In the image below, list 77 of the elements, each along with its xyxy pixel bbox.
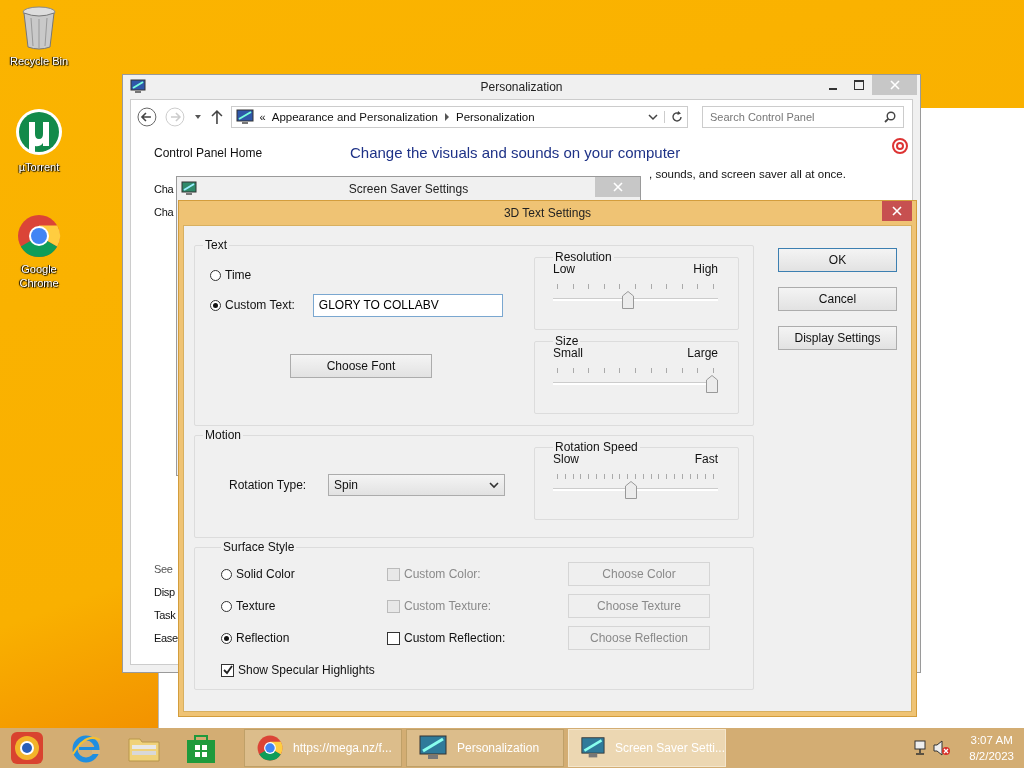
dropdown-icon[interactable]	[647, 113, 658, 121]
slider-min-label: Slow	[553, 452, 579, 466]
dialog-button[interactable]: Cancel	[778, 287, 897, 311]
minimize-icon	[829, 88, 837, 90]
breadcrumb-item[interactable]: Personalization	[455, 111, 535, 123]
up-arrow-icon[interactable]	[210, 109, 223, 125]
radio-button[interactable]	[221, 568, 232, 580]
store-bag-icon[interactable]	[186, 732, 216, 764]
maximize-icon	[854, 80, 864, 90]
slider-max-label: Large	[687, 346, 718, 360]
rotation-type-label: Rotation Type:	[229, 478, 308, 492]
monitor-icon	[181, 181, 197, 197]
slider-thumb[interactable]	[624, 481, 637, 499]
overflow-chevron-icon[interactable]: «	[259, 111, 266, 123]
group-title: Size	[554, 334, 580, 348]
slider-min-label: Small	[553, 346, 583, 360]
checkbox[interactable]	[221, 663, 234, 677]
chevron-down-icon	[489, 481, 499, 489]
choose-font-button[interactable]: Choose Font	[290, 354, 432, 378]
radio-button[interactable]	[221, 632, 232, 644]
see-also-link[interactable]: Disp	[154, 581, 178, 604]
speaker-muted-icon[interactable]	[933, 740, 952, 756]
back-icon[interactable]	[137, 107, 157, 127]
radio-label[interactable]: Texture	[236, 599, 276, 613]
dialog-title: 3D Text Settings	[502, 206, 593, 220]
group-title: Resolution	[554, 250, 613, 264]
window-title: Screen Saver Settings	[347, 182, 470, 196]
checkbox-label[interactable]: Show Specular Highlights	[238, 663, 375, 677]
breadcrumb-item[interactable]: Appearance and Personalization	[271, 111, 438, 123]
close-icon	[892, 206, 902, 216]
dialog-button[interactable]: Display Settings	[778, 326, 897, 350]
radio-label[interactable]: Custom Text:	[225, 298, 295, 312]
recycle-bin-icon[interactable]	[21, 6, 57, 50]
window-title: Personalization	[479, 80, 564, 94]
close-icon	[889, 80, 900, 90]
slider-min-label: Low	[553, 262, 575, 276]
address-bar[interactable]: « Appearance and Personalization Personalization	[230, 106, 688, 128]
radio-label[interactable]: Solid Color	[236, 567, 295, 581]
group-title: Surface Style	[222, 540, 296, 554]
slider-max-label: High	[693, 262, 718, 276]
torrent-icon[interactable]	[15, 108, 63, 156]
dialog-button[interactable]: OK	[778, 248, 897, 272]
monitor-icon	[130, 79, 146, 95]
monitor-icon	[419, 735, 447, 761]
sidebar-link[interactable]: Control Panel Home	[154, 142, 350, 165]
refresh-button[interactable]	[663, 111, 683, 123]
slider-thumb[interactable]	[706, 375, 718, 393]
sidebar-link[interactable]: Cha	[154, 201, 178, 224]
close-icon	[612, 182, 623, 192]
checkbox[interactable]	[387, 631, 400, 645]
search-icon[interactable]	[883, 111, 896, 123]
rotation-type-dropdown[interactable]: Spin	[328, 474, 505, 496]
search-field[interactable]: Search Control Panel	[701, 106, 904, 128]
page-heading: Change the visuals and sounds on your computer	[350, 144, 682, 161]
help-icon[interactable]	[892, 138, 908, 154]
radio-button[interactable]	[210, 299, 221, 311]
close-button[interactable]	[882, 201, 912, 221]
radio-label[interactable]: Reflection	[236, 631, 290, 645]
slider-max-label: Fast	[694, 452, 718, 466]
sidebar-link[interactable]: Cha	[154, 178, 178, 201]
group-title: Text	[204, 238, 228, 252]
custom-text-field[interactable]: GLORY TO COLLABV	[312, 293, 503, 317]
see-also-link[interactable]: Task	[154, 604, 178, 627]
radio-button[interactable]	[221, 600, 232, 612]
intro-text: , sounds, and screen saver all at once.	[649, 168, 846, 180]
monitor-icon	[235, 109, 254, 125]
separator-arrow-icon[interactable]	[443, 113, 450, 121]
chrome-icon	[257, 735, 283, 761]
group-title: Rotation Speed	[554, 440, 639, 454]
see-also-title: See	[154, 562, 174, 577]
radio-label[interactable]: Time	[225, 268, 252, 282]
group-title: Motion	[204, 428, 243, 442]
checkbox-label[interactable]: Custom Reflection:	[404, 631, 506, 645]
chrome-icon[interactable]	[17, 214, 61, 258]
see-also-link[interactable]: Ease	[154, 627, 178, 650]
slider-thumb[interactable]	[621, 291, 634, 309]
radio-button[interactable]	[210, 269, 221, 281]
